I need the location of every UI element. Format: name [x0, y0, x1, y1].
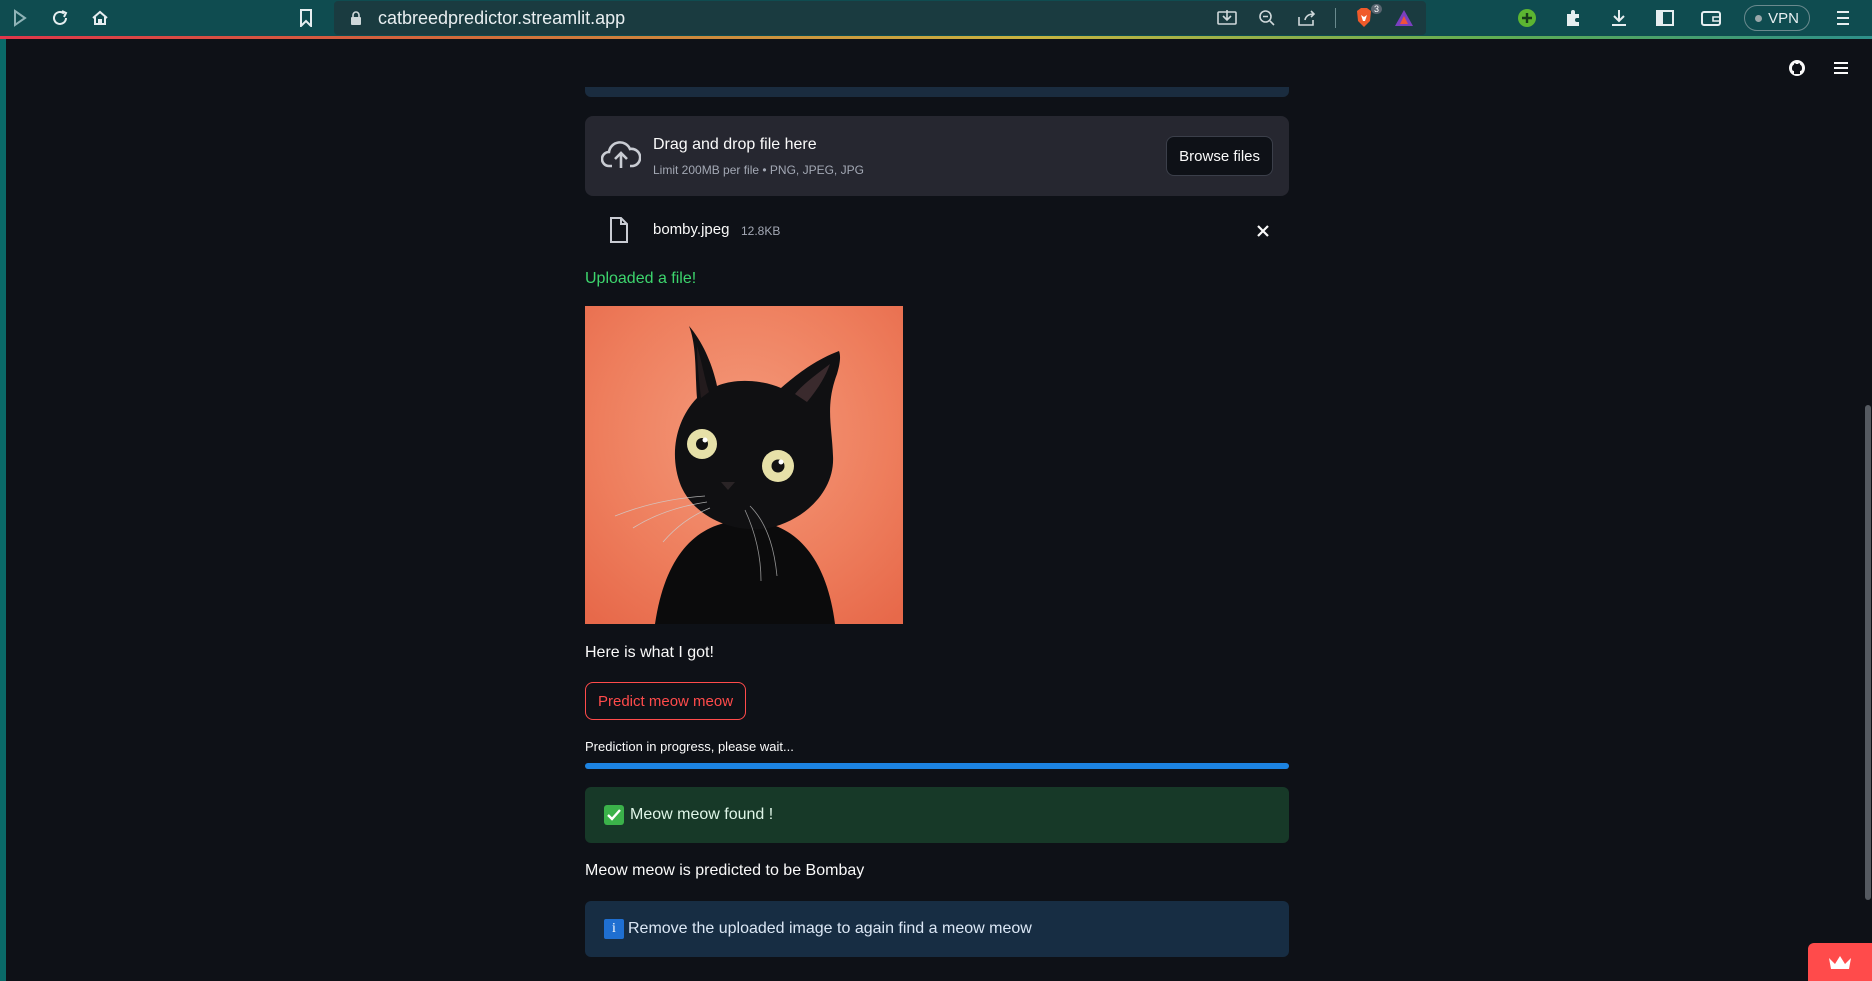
sidebar-toggle-icon[interactable] — [1652, 5, 1678, 31]
vpn-label: VPN — [1768, 9, 1799, 27]
predict-button[interactable]: Predict meow meow — [585, 682, 747, 720]
file-name: bomby.jpeg — [653, 221, 730, 238]
browse-files-button[interactable]: Browse files — [1166, 136, 1273, 176]
downloads-icon[interactable] — [1606, 5, 1632, 31]
home-icon[interactable] — [80, 0, 120, 36]
address-bar[interactable]: catbreedpredictor.streamlit.app 3 — [334, 1, 1426, 35]
divider — [1335, 8, 1336, 28]
app-header-icons — [1786, 57, 1852, 79]
remove-file-icon[interactable] — [1253, 221, 1273, 241]
cloud-upload-icon — [600, 138, 642, 172]
image-caption: Here is what I got! — [585, 644, 714, 661]
success-alert: Meow meow found ! — [585, 787, 1289, 843]
info-text: Remove the uploaded image to again find … — [628, 920, 1032, 937]
file-dropzone[interactable]: Drag and drop file here Limit 200MB per … — [585, 116, 1289, 196]
share-icon[interactable] — [1295, 6, 1319, 30]
page-scrollbar[interactable] — [1864, 39, 1872, 981]
bookmark-icon[interactable] — [286, 0, 326, 36]
url-text: catbreedpredictor.streamlit.app — [378, 7, 626, 28]
uploaded-file-row: bomby.jpeg 12.8KB — [585, 211, 1289, 251]
scrollbar-thumb[interactable] — [1865, 405, 1871, 900]
sidebar-play-icon[interactable] — [0, 0, 40, 36]
wallet-icon[interactable] — [1698, 5, 1724, 31]
vpn-status-dot — [1755, 14, 1763, 22]
uploaded-cat-image — [585, 306, 903, 624]
progress-label: Prediction in progress, please wait... — [585, 739, 794, 754]
streamlit-crown-badge[interactable] — [1808, 943, 1872, 981]
progress-bar-fill — [585, 763, 1289, 769]
install-app-icon[interactable] — [1215, 6, 1239, 30]
file-size: 12.8KB — [741, 224, 781, 238]
info-icon: i — [604, 919, 624, 939]
check-mark-icon — [604, 805, 624, 825]
lock-icon — [348, 10, 364, 26]
success-text: Meow meow found ! — [630, 806, 774, 823]
zoom-out-icon[interactable] — [1255, 6, 1279, 30]
menu-icon[interactable] — [1830, 5, 1856, 31]
brave-count-badge: 3 — [1370, 4, 1382, 14]
previous-widget-edge — [585, 87, 1289, 97]
prediction-result-text: Meow meow is predicted to be Bombay — [585, 862, 865, 879]
github-icon[interactable] — [1786, 57, 1808, 79]
extensions-icon[interactable] — [1560, 5, 1586, 31]
dropzone-title: Drag and drop file here — [653, 136, 817, 153]
dropzone-limit-text: Limit 200MB per file • PNG, JPEG, JPG — [653, 163, 864, 177]
add-icon[interactable] — [1514, 5, 1540, 31]
progress-bar — [585, 763, 1289, 769]
vpn-button[interactable]: VPN — [1744, 5, 1810, 31]
browser-toolbar: catbreedpredictor.streamlit.app 3 VPN — [0, 0, 1872, 36]
brave-shield-icon[interactable]: 3 — [1352, 4, 1382, 30]
reload-icon[interactable] — [40, 0, 80, 36]
upload-success-text: Uploaded a file! — [585, 270, 697, 287]
info-alert: i Remove the uploaded image to again fin… — [585, 901, 1289, 957]
file-icon — [609, 217, 629, 243]
brave-rewards-icon[interactable] — [1392, 6, 1416, 30]
app-menu-icon[interactable] — [1830, 57, 1852, 79]
